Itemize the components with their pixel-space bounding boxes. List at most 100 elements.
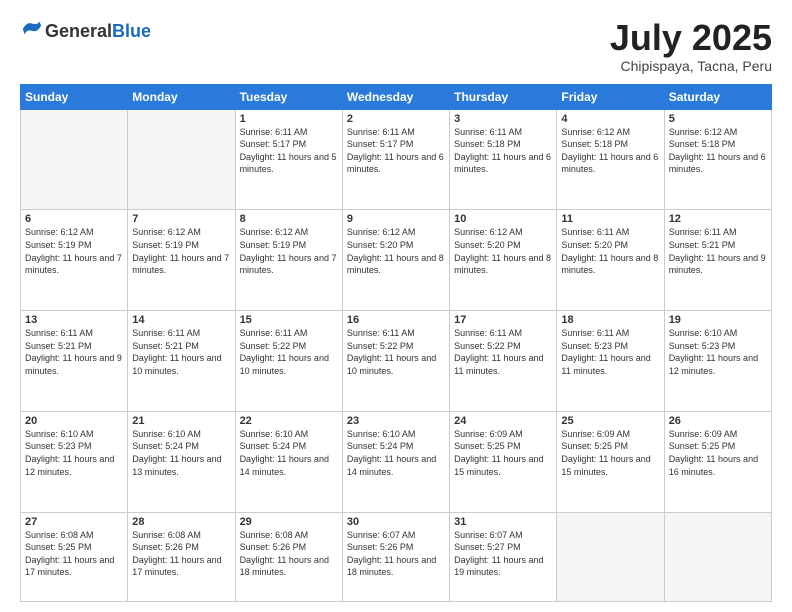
day-number: 20 <box>25 415 123 427</box>
day-number: 12 <box>669 213 767 225</box>
calendar-day-cell: 29Sunrise: 6:08 AMSunset: 5:26 PMDayligh… <box>235 512 342 601</box>
day-info: Sunrise: 6:12 AMSunset: 5:18 PMDaylight:… <box>561 126 659 176</box>
calendar-week-row: 20Sunrise: 6:10 AMSunset: 5:23 PMDayligh… <box>21 411 772 512</box>
day-info: Sunrise: 6:12 AMSunset: 5:19 PMDaylight:… <box>132 226 230 276</box>
calendar-day-cell: 22Sunrise: 6:10 AMSunset: 5:24 PMDayligh… <box>235 411 342 512</box>
calendar-day-cell: 2Sunrise: 6:11 AMSunset: 5:17 PMDaylight… <box>342 109 449 210</box>
day-info: Sunrise: 6:11 AMSunset: 5:17 PMDaylight:… <box>347 126 445 176</box>
logo: GeneralBlue <box>20 18 151 45</box>
calendar-week-row: 27Sunrise: 6:08 AMSunset: 5:25 PMDayligh… <box>21 512 772 601</box>
weekday-header: Monday <box>128 84 235 109</box>
day-info: Sunrise: 6:12 AMSunset: 5:20 PMDaylight:… <box>454 226 552 276</box>
calendar-day-cell: 10Sunrise: 6:12 AMSunset: 5:20 PMDayligh… <box>450 210 557 311</box>
logo-blue-text: Blue <box>112 21 151 41</box>
day-number: 19 <box>669 314 767 326</box>
day-info: Sunrise: 6:11 AMSunset: 5:23 PMDaylight:… <box>561 327 659 377</box>
day-info: Sunrise: 6:10 AMSunset: 5:23 PMDaylight:… <box>25 428 123 478</box>
day-info: Sunrise: 6:07 AMSunset: 5:26 PMDaylight:… <box>347 529 445 579</box>
day-number: 29 <box>240 516 338 528</box>
day-number: 14 <box>132 314 230 326</box>
day-number: 15 <box>240 314 338 326</box>
calendar-day-cell <box>557 512 664 601</box>
day-info: Sunrise: 6:11 AMSunset: 5:17 PMDaylight:… <box>240 126 338 176</box>
day-info: Sunrise: 6:11 AMSunset: 5:22 PMDaylight:… <box>454 327 552 377</box>
day-number: 7 <box>132 213 230 225</box>
day-number: 16 <box>347 314 445 326</box>
month-title: July 2025 <box>610 18 772 58</box>
day-number: 31 <box>454 516 552 528</box>
calendar-week-row: 6Sunrise: 6:12 AMSunset: 5:19 PMDaylight… <box>21 210 772 311</box>
calendar-day-cell: 26Sunrise: 6:09 AMSunset: 5:25 PMDayligh… <box>664 411 771 512</box>
day-info: Sunrise: 6:12 AMSunset: 5:20 PMDaylight:… <box>347 226 445 276</box>
day-number: 5 <box>669 113 767 125</box>
calendar-day-cell: 23Sunrise: 6:10 AMSunset: 5:24 PMDayligh… <box>342 411 449 512</box>
calendar-week-row: 1Sunrise: 6:11 AMSunset: 5:17 PMDaylight… <box>21 109 772 210</box>
calendar-day-cell: 27Sunrise: 6:08 AMSunset: 5:25 PMDayligh… <box>21 512 128 601</box>
page: GeneralBlue July 2025 Chipispaya, Tacna,… <box>0 0 792 612</box>
weekday-header: Sunday <box>21 84 128 109</box>
calendar-day-cell <box>664 512 771 601</box>
calendar-week-row: 13Sunrise: 6:11 AMSunset: 5:21 PMDayligh… <box>21 311 772 412</box>
day-number: 26 <box>669 415 767 427</box>
calendar-day-cell: 25Sunrise: 6:09 AMSunset: 5:25 PMDayligh… <box>557 411 664 512</box>
day-number: 23 <box>347 415 445 427</box>
calendar-day-cell: 8Sunrise: 6:12 AMSunset: 5:19 PMDaylight… <box>235 210 342 311</box>
day-info: Sunrise: 6:11 AMSunset: 5:21 PMDaylight:… <box>132 327 230 377</box>
calendar-day-cell: 20Sunrise: 6:10 AMSunset: 5:23 PMDayligh… <box>21 411 128 512</box>
day-info: Sunrise: 6:11 AMSunset: 5:20 PMDaylight:… <box>561 226 659 276</box>
day-info: Sunrise: 6:11 AMSunset: 5:22 PMDaylight:… <box>347 327 445 377</box>
day-info: Sunrise: 6:12 AMSunset: 5:18 PMDaylight:… <box>669 126 767 176</box>
day-number: 28 <box>132 516 230 528</box>
calendar-day-cell: 5Sunrise: 6:12 AMSunset: 5:18 PMDaylight… <box>664 109 771 210</box>
calendar-day-cell: 6Sunrise: 6:12 AMSunset: 5:19 PMDaylight… <box>21 210 128 311</box>
day-number: 17 <box>454 314 552 326</box>
day-number: 3 <box>454 113 552 125</box>
calendar-day-cell: 17Sunrise: 6:11 AMSunset: 5:22 PMDayligh… <box>450 311 557 412</box>
day-info: Sunrise: 6:10 AMSunset: 5:23 PMDaylight:… <box>669 327 767 377</box>
day-number: 9 <box>347 213 445 225</box>
location-subtitle: Chipispaya, Tacna, Peru <box>610 58 772 74</box>
calendar-day-cell: 30Sunrise: 6:07 AMSunset: 5:26 PMDayligh… <box>342 512 449 601</box>
day-number: 22 <box>240 415 338 427</box>
day-info: Sunrise: 6:11 AMSunset: 5:21 PMDaylight:… <box>25 327 123 377</box>
day-number: 2 <box>347 113 445 125</box>
day-number: 11 <box>561 213 659 225</box>
calendar-day-cell: 11Sunrise: 6:11 AMSunset: 5:20 PMDayligh… <box>557 210 664 311</box>
day-info: Sunrise: 6:09 AMSunset: 5:25 PMDaylight:… <box>669 428 767 478</box>
calendar-day-cell: 1Sunrise: 6:11 AMSunset: 5:17 PMDaylight… <box>235 109 342 210</box>
weekday-header: Wednesday <box>342 84 449 109</box>
day-number: 30 <box>347 516 445 528</box>
calendar-day-cell: 12Sunrise: 6:11 AMSunset: 5:21 PMDayligh… <box>664 210 771 311</box>
day-number: 4 <box>561 113 659 125</box>
day-number: 25 <box>561 415 659 427</box>
day-info: Sunrise: 6:12 AMSunset: 5:19 PMDaylight:… <box>240 226 338 276</box>
day-number: 13 <box>25 314 123 326</box>
day-number: 21 <box>132 415 230 427</box>
calendar-day-cell: 15Sunrise: 6:11 AMSunset: 5:22 PMDayligh… <box>235 311 342 412</box>
calendar-day-cell: 21Sunrise: 6:10 AMSunset: 5:24 PMDayligh… <box>128 411 235 512</box>
day-info: Sunrise: 6:11 AMSunset: 5:21 PMDaylight:… <box>669 226 767 276</box>
logo-icon <box>21 18 43 40</box>
calendar-day-cell: 18Sunrise: 6:11 AMSunset: 5:23 PMDayligh… <box>557 311 664 412</box>
day-info: Sunrise: 6:08 AMSunset: 5:26 PMDaylight:… <box>240 529 338 579</box>
weekday-header: Thursday <box>450 84 557 109</box>
calendar-header-row: SundayMondayTuesdayWednesdayThursdayFrid… <box>21 84 772 109</box>
calendar-day-cell: 3Sunrise: 6:11 AMSunset: 5:18 PMDaylight… <box>450 109 557 210</box>
calendar-day-cell: 16Sunrise: 6:11 AMSunset: 5:22 PMDayligh… <box>342 311 449 412</box>
calendar-day-cell: 24Sunrise: 6:09 AMSunset: 5:25 PMDayligh… <box>450 411 557 512</box>
day-info: Sunrise: 6:11 AMSunset: 5:22 PMDaylight:… <box>240 327 338 377</box>
weekday-header: Saturday <box>664 84 771 109</box>
day-number: 27 <box>25 516 123 528</box>
calendar-day-cell <box>128 109 235 210</box>
day-number: 1 <box>240 113 338 125</box>
calendar-day-cell: 19Sunrise: 6:10 AMSunset: 5:23 PMDayligh… <box>664 311 771 412</box>
calendar-day-cell: 7Sunrise: 6:12 AMSunset: 5:19 PMDaylight… <box>128 210 235 311</box>
weekday-header: Tuesday <box>235 84 342 109</box>
day-info: Sunrise: 6:08 AMSunset: 5:25 PMDaylight:… <box>25 529 123 579</box>
logo-general-text: General <box>45 21 112 41</box>
calendar-day-cell: 13Sunrise: 6:11 AMSunset: 5:21 PMDayligh… <box>21 311 128 412</box>
calendar-day-cell: 9Sunrise: 6:12 AMSunset: 5:20 PMDaylight… <box>342 210 449 311</box>
day-info: Sunrise: 6:11 AMSunset: 5:18 PMDaylight:… <box>454 126 552 176</box>
day-number: 10 <box>454 213 552 225</box>
day-info: Sunrise: 6:09 AMSunset: 5:25 PMDaylight:… <box>454 428 552 478</box>
